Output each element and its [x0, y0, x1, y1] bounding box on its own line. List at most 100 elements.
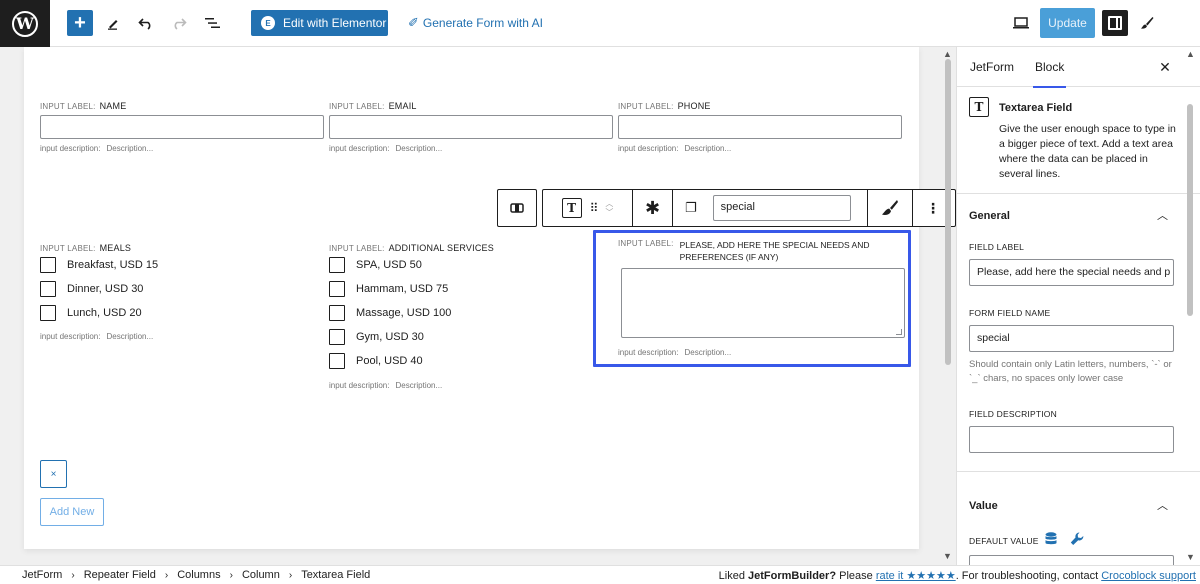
default-value-input[interactable]: [969, 555, 1174, 565]
copy-icon[interactable]: ❐: [685, 200, 697, 216]
rate-it-link[interactable]: rate it ★★★★★: [876, 570, 956, 582]
parent-block-toolbar: [497, 189, 537, 227]
special-label: PLEASE, ADD HERE THE SPECIAL NEEDS AND P…: [680, 239, 870, 263]
textarea-block-icon[interactable]: T: [561, 198, 582, 218]
meals-field-label: INPUT LABEL: MEALS: [40, 239, 131, 254]
select-parent-button[interactable]: [498, 190, 536, 226]
add-new-button[interactable]: Add New: [40, 498, 104, 526]
block-inserter-button[interactable]: +: [67, 10, 93, 36]
block-toolbar: T ⠿ ︿ ﹀ ✱ ❐ special ⋮: [542, 189, 956, 227]
preview-button[interactable]: [1011, 10, 1031, 36]
edit-with-elementor-button[interactable]: E Edit with Elementor: [251, 10, 388, 36]
crocoblock-support-link[interactable]: Crocoblock support: [1101, 570, 1196, 582]
generate-form-ai-button[interactable]: ✐ Generate Form with AI: [408, 10, 543, 36]
checkbox[interactable]: [40, 257, 56, 273]
selected-textarea-block[interactable]: INPUT LABEL: PLEASE, ADD HERE THE SPECIA…: [593, 230, 911, 367]
remove-row-button[interactable]: ×: [40, 460, 67, 488]
breadcrumb-item[interactable]: Column: [242, 569, 280, 581]
checkbox[interactable]: [329, 329, 345, 345]
desc-prefix: input description:: [618, 144, 679, 153]
divider: [957, 193, 1200, 194]
sidebar-tabs: JetForm Block ✕: [957, 47, 1200, 88]
styles-button[interactable]: [1137, 10, 1157, 36]
service-option-gym[interactable]: Gym, USD 30: [329, 329, 424, 345]
input-label-prefix: INPUT LABEL:: [618, 102, 674, 111]
service-option-spa[interactable]: SPA, USD 50: [329, 257, 422, 273]
value-panel-title[interactable]: Value: [969, 500, 998, 512]
meals-description: input description: Description...: [40, 332, 153, 341]
option-label: Lunch, USD 20: [67, 307, 142, 319]
brush-icon: [1141, 17, 1154, 29]
editor-canvas: INPUT LABEL: NAME input description: Descr…: [0, 47, 956, 565]
clean-button[interactable]: [868, 190, 913, 226]
sidebar-scroll-down-arrow[interactable]: ▼: [1186, 552, 1195, 562]
scroll-up-arrow[interactable]: ▲: [943, 49, 952, 59]
checkbox[interactable]: [40, 305, 56, 321]
breadcrumb-item[interactable]: Textarea Field: [301, 569, 370, 581]
field-name-input[interactable]: special: [712, 195, 851, 221]
phone-input[interactable]: [618, 115, 902, 139]
brush-icon: [882, 200, 898, 216]
scroll-down-arrow[interactable]: ▼: [943, 551, 952, 561]
tab-block[interactable]: Block: [1032, 47, 1067, 88]
checkbox[interactable]: [329, 353, 345, 369]
phone-field-label: INPUT LABEL: PHONE: [618, 97, 711, 112]
service-option-hammam[interactable]: Hammam, USD 75: [329, 281, 448, 297]
field-label-input[interactable]: Please, add here the special needs and p: [969, 259, 1174, 286]
wrench-icon[interactable]: [1070, 532, 1084, 549]
meal-option-breakfast[interactable]: Breakfast, USD 15: [40, 257, 158, 273]
chevron-up-icon[interactable]: ︿: [1157, 497, 1168, 513]
block-breadcrumb: JetForm › Repeater Field › Columns › Column…: [22, 569, 370, 581]
tools-button[interactable]: [103, 10, 123, 36]
option-label: SPA, USD 50: [356, 259, 422, 271]
chevron-up-icon[interactable]: ︿: [1157, 207, 1168, 223]
sidebar-icon: [1108, 16, 1122, 30]
tab-jetform[interactable]: JetForm: [970, 47, 1014, 87]
kebab-menu-icon: ⋮: [926, 199, 940, 216]
service-option-massage[interactable]: Massage, USD 100: [329, 305, 451, 321]
meal-option-lunch[interactable]: Lunch, USD 20: [40, 305, 142, 321]
form-field-name-input[interactable]: special: [969, 325, 1174, 352]
move-arrows[interactable]: ︿ ﹀: [605, 199, 613, 217]
email-input[interactable]: [329, 115, 613, 139]
drag-handle-icon[interactable]: ⠿: [590, 201, 599, 215]
services-field-label: INPUT LABEL: ADDITIONAL SERVICES: [329, 239, 494, 254]
meal-option-dinner[interactable]: Dinner, USD 30: [40, 281, 143, 297]
document-overview-button[interactable]: [202, 10, 222, 36]
database-icon[interactable]: [1045, 532, 1057, 549]
settings-sidebar-toggle[interactable]: [1102, 10, 1128, 36]
plus-icon: +: [74, 11, 86, 34]
service-option-pool[interactable]: Pool, USD 40: [329, 353, 423, 369]
magic-wand-icon: ✐: [408, 15, 419, 30]
desc-placeholder: Description...: [684, 144, 732, 153]
breadcrumb-item[interactable]: JetForm: [22, 569, 62, 581]
sidebar-scrollbar[interactable]: [1187, 104, 1193, 316]
checkbox[interactable]: [40, 281, 56, 297]
pencil-icon: [108, 20, 118, 30]
liked-text: Liked: [718, 570, 745, 582]
general-panel-title[interactable]: General: [969, 210, 1010, 222]
breadcrumb-item[interactable]: Repeater Field: [84, 569, 156, 581]
chevron-down-icon[interactable]: ﹀: [605, 208, 613, 217]
chevron-up-icon[interactable]: ︿: [605, 199, 613, 208]
checkbox[interactable]: [329, 305, 345, 321]
checkbox[interactable]: [329, 281, 345, 297]
required-toggle-button[interactable]: ✱: [633, 190, 673, 226]
sidebar-scroll-up-arrow[interactable]: ▲: [1186, 49, 1195, 59]
field-description-input[interactable]: [969, 426, 1174, 453]
update-button[interactable]: Update: [1040, 8, 1095, 38]
special-needs-textarea[interactable]: [621, 268, 905, 338]
wordpress-logo-button[interactable]: W: [0, 0, 50, 47]
field-description-label: FIELD DESCRIPTION: [969, 409, 1057, 419]
desc-placeholder: Description...: [106, 144, 154, 153]
desc-prefix: input description:: [618, 348, 679, 357]
canvas-scrollbar[interactable]: [945, 59, 951, 365]
name-input[interactable]: [40, 115, 324, 139]
undo-button[interactable]: [136, 10, 156, 36]
breadcrumb-item[interactable]: Columns: [177, 569, 220, 581]
checkbox[interactable]: [329, 257, 345, 273]
columns-icon: [510, 203, 524, 213]
block-description: Give the user enough space to type in a …: [999, 123, 1176, 180]
close-sidebar-button[interactable]: ✕: [1157, 57, 1173, 77]
redo-button[interactable]: [169, 10, 189, 36]
